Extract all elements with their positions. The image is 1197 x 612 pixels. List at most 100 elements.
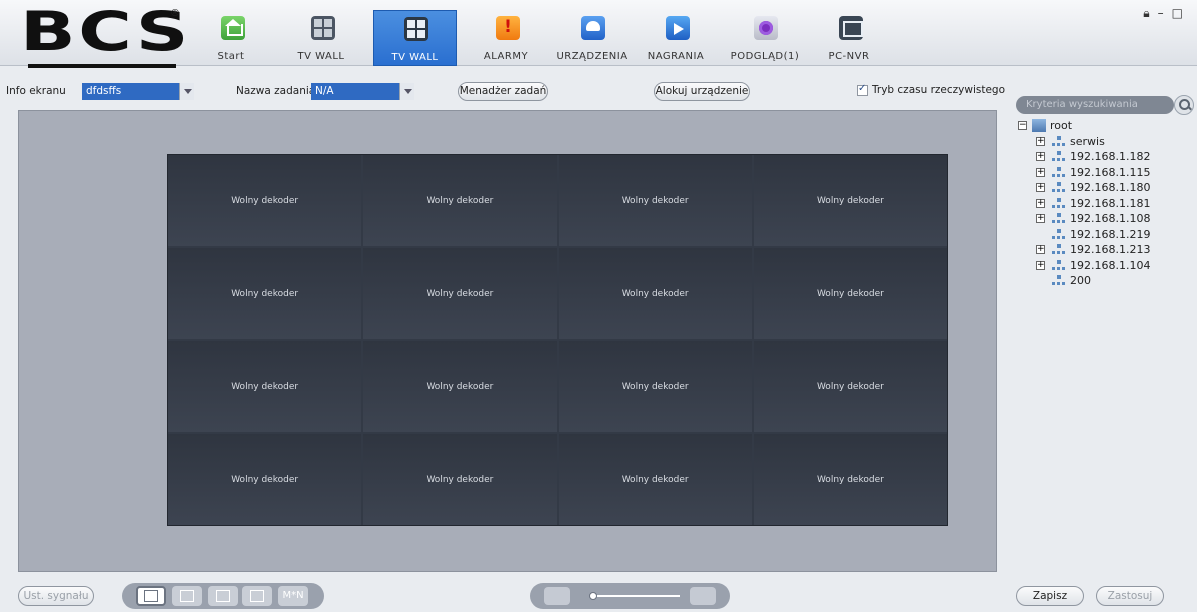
layout-4x4-button[interactable] [242,586,272,606]
wall-cell[interactable]: Wolny dekoder [558,155,752,246]
tree-node[interactable]: + 192.168.1.181 [1016,196,1191,212]
wall-cell[interactable]: Wolny dekoder [753,434,947,525]
tree-node[interactable]: + 192.168.1.180 [1016,180,1191,196]
network-icon [1052,259,1066,272]
network-icon [1052,213,1066,225]
tab-pc-nvr[interactable]: PC-NVR [814,10,884,66]
wall-cell[interactable]: Wolny dekoder [363,248,557,339]
task-name-select[interactable]: N/A [311,83,414,100]
network-icon [1052,151,1066,163]
task-manager-button[interactable]: Menadżer zadań [458,82,548,101]
layout-3x3-icon [216,590,230,602]
tab-tv-wall-settings-label: TV WALL [297,51,345,62]
search-input[interactable]: Kryteria wyszukiwania [1016,96,1174,114]
tree-node[interactable]: + 192.168.1.104 [1016,258,1191,274]
tree-node[interactable]: + 192.168.1.213 [1016,242,1191,258]
zoom-control [530,583,730,609]
realtime-checkbox[interactable] [857,83,868,96]
tab-urzadzenia-label: URZĄDZENIA [556,51,628,62]
tab-alarmy[interactable]: ALARMY [471,10,541,66]
wall-cell[interactable]: Wolny dekoder [558,248,752,339]
expand-icon[interactable]: + [1036,214,1045,223]
tree-node[interactable]: + 192.168.1.182 [1016,149,1191,165]
lock-icon[interactable]: 🔒︎ [1143,6,1157,20]
tree-node[interactable]: 192.168.1.219 [1016,227,1191,243]
tab-tv-wall[interactable]: TV WALL [373,10,457,66]
collapse-icon[interactable]: − [1018,121,1027,130]
layout-1x1-button[interactable] [136,586,166,606]
tree-node-root[interactable]: − root [1016,118,1191,134]
tab-start-label: Start [217,51,245,62]
tree-node-label: serwis [1070,134,1105,148]
tree-node[interactable]: + 192.168.1.115 [1016,165,1191,181]
wall-cell[interactable]: Wolny dekoder [168,248,362,339]
wall-cell[interactable]: Wolny dekoder [363,155,557,246]
expand-icon[interactable]: + [1036,167,1045,177]
zoom-out-icon[interactable] [544,587,570,605]
expand-icon[interactable]: + [1036,245,1045,254]
apply-button[interactable]: Zastosuj [1096,586,1164,606]
realtime-checkbox-label: Tryb czasu rzeczywistego [872,84,1006,96]
wall-cell[interactable]: Wolny dekoder [168,155,362,246]
wall-cell[interactable]: Wolny dekoder [753,155,947,246]
wall-cell[interactable]: Wolny dekoder [558,434,752,525]
window-controls: 🔒︎–□ [1143,6,1191,21]
allocate-device-button[interactable]: Alokuj urządzenie [654,82,750,101]
preview-icon [754,16,778,40]
logo-underline [28,64,176,68]
chevron-down-icon [399,83,414,100]
tab-nagrania[interactable]: NAGRANIA [641,10,711,66]
task-name-value: N/A [315,85,334,97]
screen-info-value: dfdsffs [86,85,122,97]
expand-icon[interactable]: + [1036,260,1045,270]
device-tree: − root + serwis + 192.168.1.182 + 192.16… [1016,118,1191,289]
screen-info-select[interactable]: dfdsffs [82,83,194,100]
expand-icon[interactable]: + [1036,183,1045,192]
tree-node[interactable]: 200 [1016,273,1191,289]
save-button[interactable]: Zapisz [1016,586,1084,606]
wall-cell[interactable]: Wolny dekoder [753,248,947,339]
layout-2x2-icon [180,590,194,602]
minimize-icon[interactable]: – [1158,6,1172,20]
chevron-down-icon [179,83,194,100]
alarm-icon [496,16,520,40]
wall-cell[interactable]: Wolny dekoder [168,341,362,432]
network-icon [1052,166,1066,179]
expand-icon[interactable]: + [1036,152,1045,161]
wall-cell[interactable]: Wolny dekoder [363,341,557,432]
logo-text: BCS [20,0,192,63]
wall-cell[interactable]: Wolny dekoder [168,434,362,525]
tree-node-label: root [1050,119,1073,132]
tab-start[interactable]: Start [196,10,266,66]
search-icon[interactable] [1174,95,1194,115]
expand-icon[interactable]: + [1036,136,1045,146]
tab-urzadzenia[interactable]: URZĄDZENIA [553,10,631,66]
tab-pc-nvr-label: PC-NVR [828,51,870,62]
top-navigation-bar: BCS ® Start TV WALL TV WALL ALARMY URZĄD… [0,0,1197,68]
tab-tv-wall-settings[interactable]: TV WALL [286,10,356,66]
tree-node-label: 192.168.1.219 [1070,227,1151,241]
wall-cell[interactable]: Wolny dekoder [363,434,557,525]
tab-podglad[interactable]: PODGLĄD(1) [727,10,803,66]
tvwall-settings-icon [311,16,335,40]
signal-settings-button[interactable]: Ust. sygnału [18,586,94,606]
tree-node-label: 192.168.1.181 [1070,196,1151,210]
layout-custom-button[interactable]: M*N [278,586,308,606]
screen-info-label: Info ekranu [6,85,66,97]
wall-cell[interactable]: Wolny dekoder [753,341,947,432]
pc-nvr-icon [839,16,863,40]
bcs-logo: BCS ® [20,2,188,68]
layout-3x3-button[interactable] [208,586,238,606]
zoom-slider-track[interactable] [590,595,680,597]
expand-icon[interactable]: + [1036,198,1045,208]
task-name-label: Nazwa zadania [236,85,316,97]
tree-node-label: 192.168.1.115 [1070,165,1151,179]
zoom-in-icon[interactable] [690,587,716,605]
tree-node[interactable]: + serwis [1016,134,1191,150]
tree-node[interactable]: + 192.168.1.108 [1016,211,1191,227]
maximize-icon[interactable]: □ [1172,6,1191,20]
zoom-slider-handle[interactable] [589,592,597,600]
tree-node-label: 192.168.1.108 [1070,212,1151,225]
wall-cell[interactable]: Wolny dekoder [558,341,752,432]
layout-2x2-button[interactable] [172,586,202,606]
